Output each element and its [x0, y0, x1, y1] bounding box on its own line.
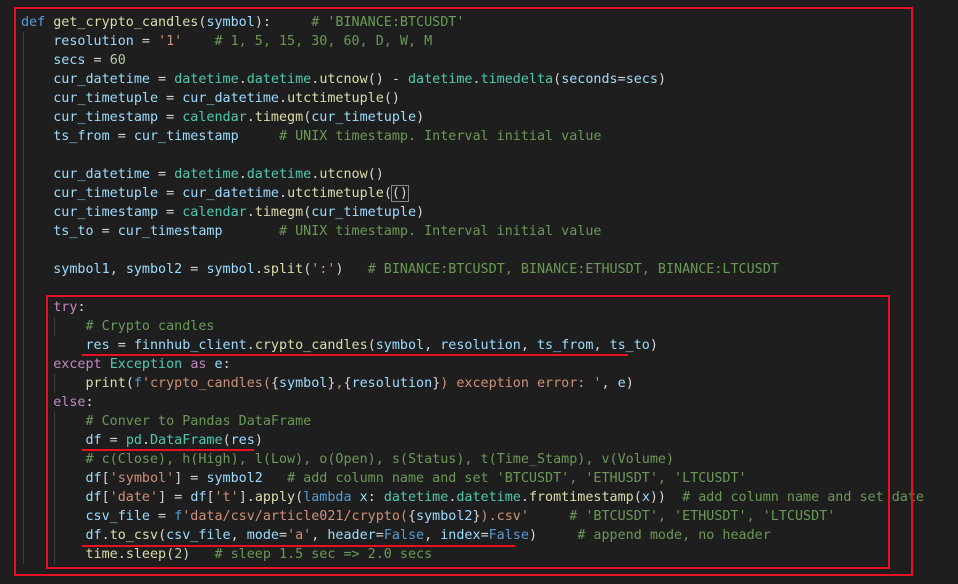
underline-crypto-candles-call — [82, 354, 628, 356]
highlight-frame-try-block — [46, 295, 890, 569]
underline-to-csv-call — [82, 545, 515, 547]
code-editor[interactable]: def get_crypto_candles(symbol): # 'BINAN… — [0, 0, 958, 584]
underline-dataframe-call — [82, 449, 254, 451]
